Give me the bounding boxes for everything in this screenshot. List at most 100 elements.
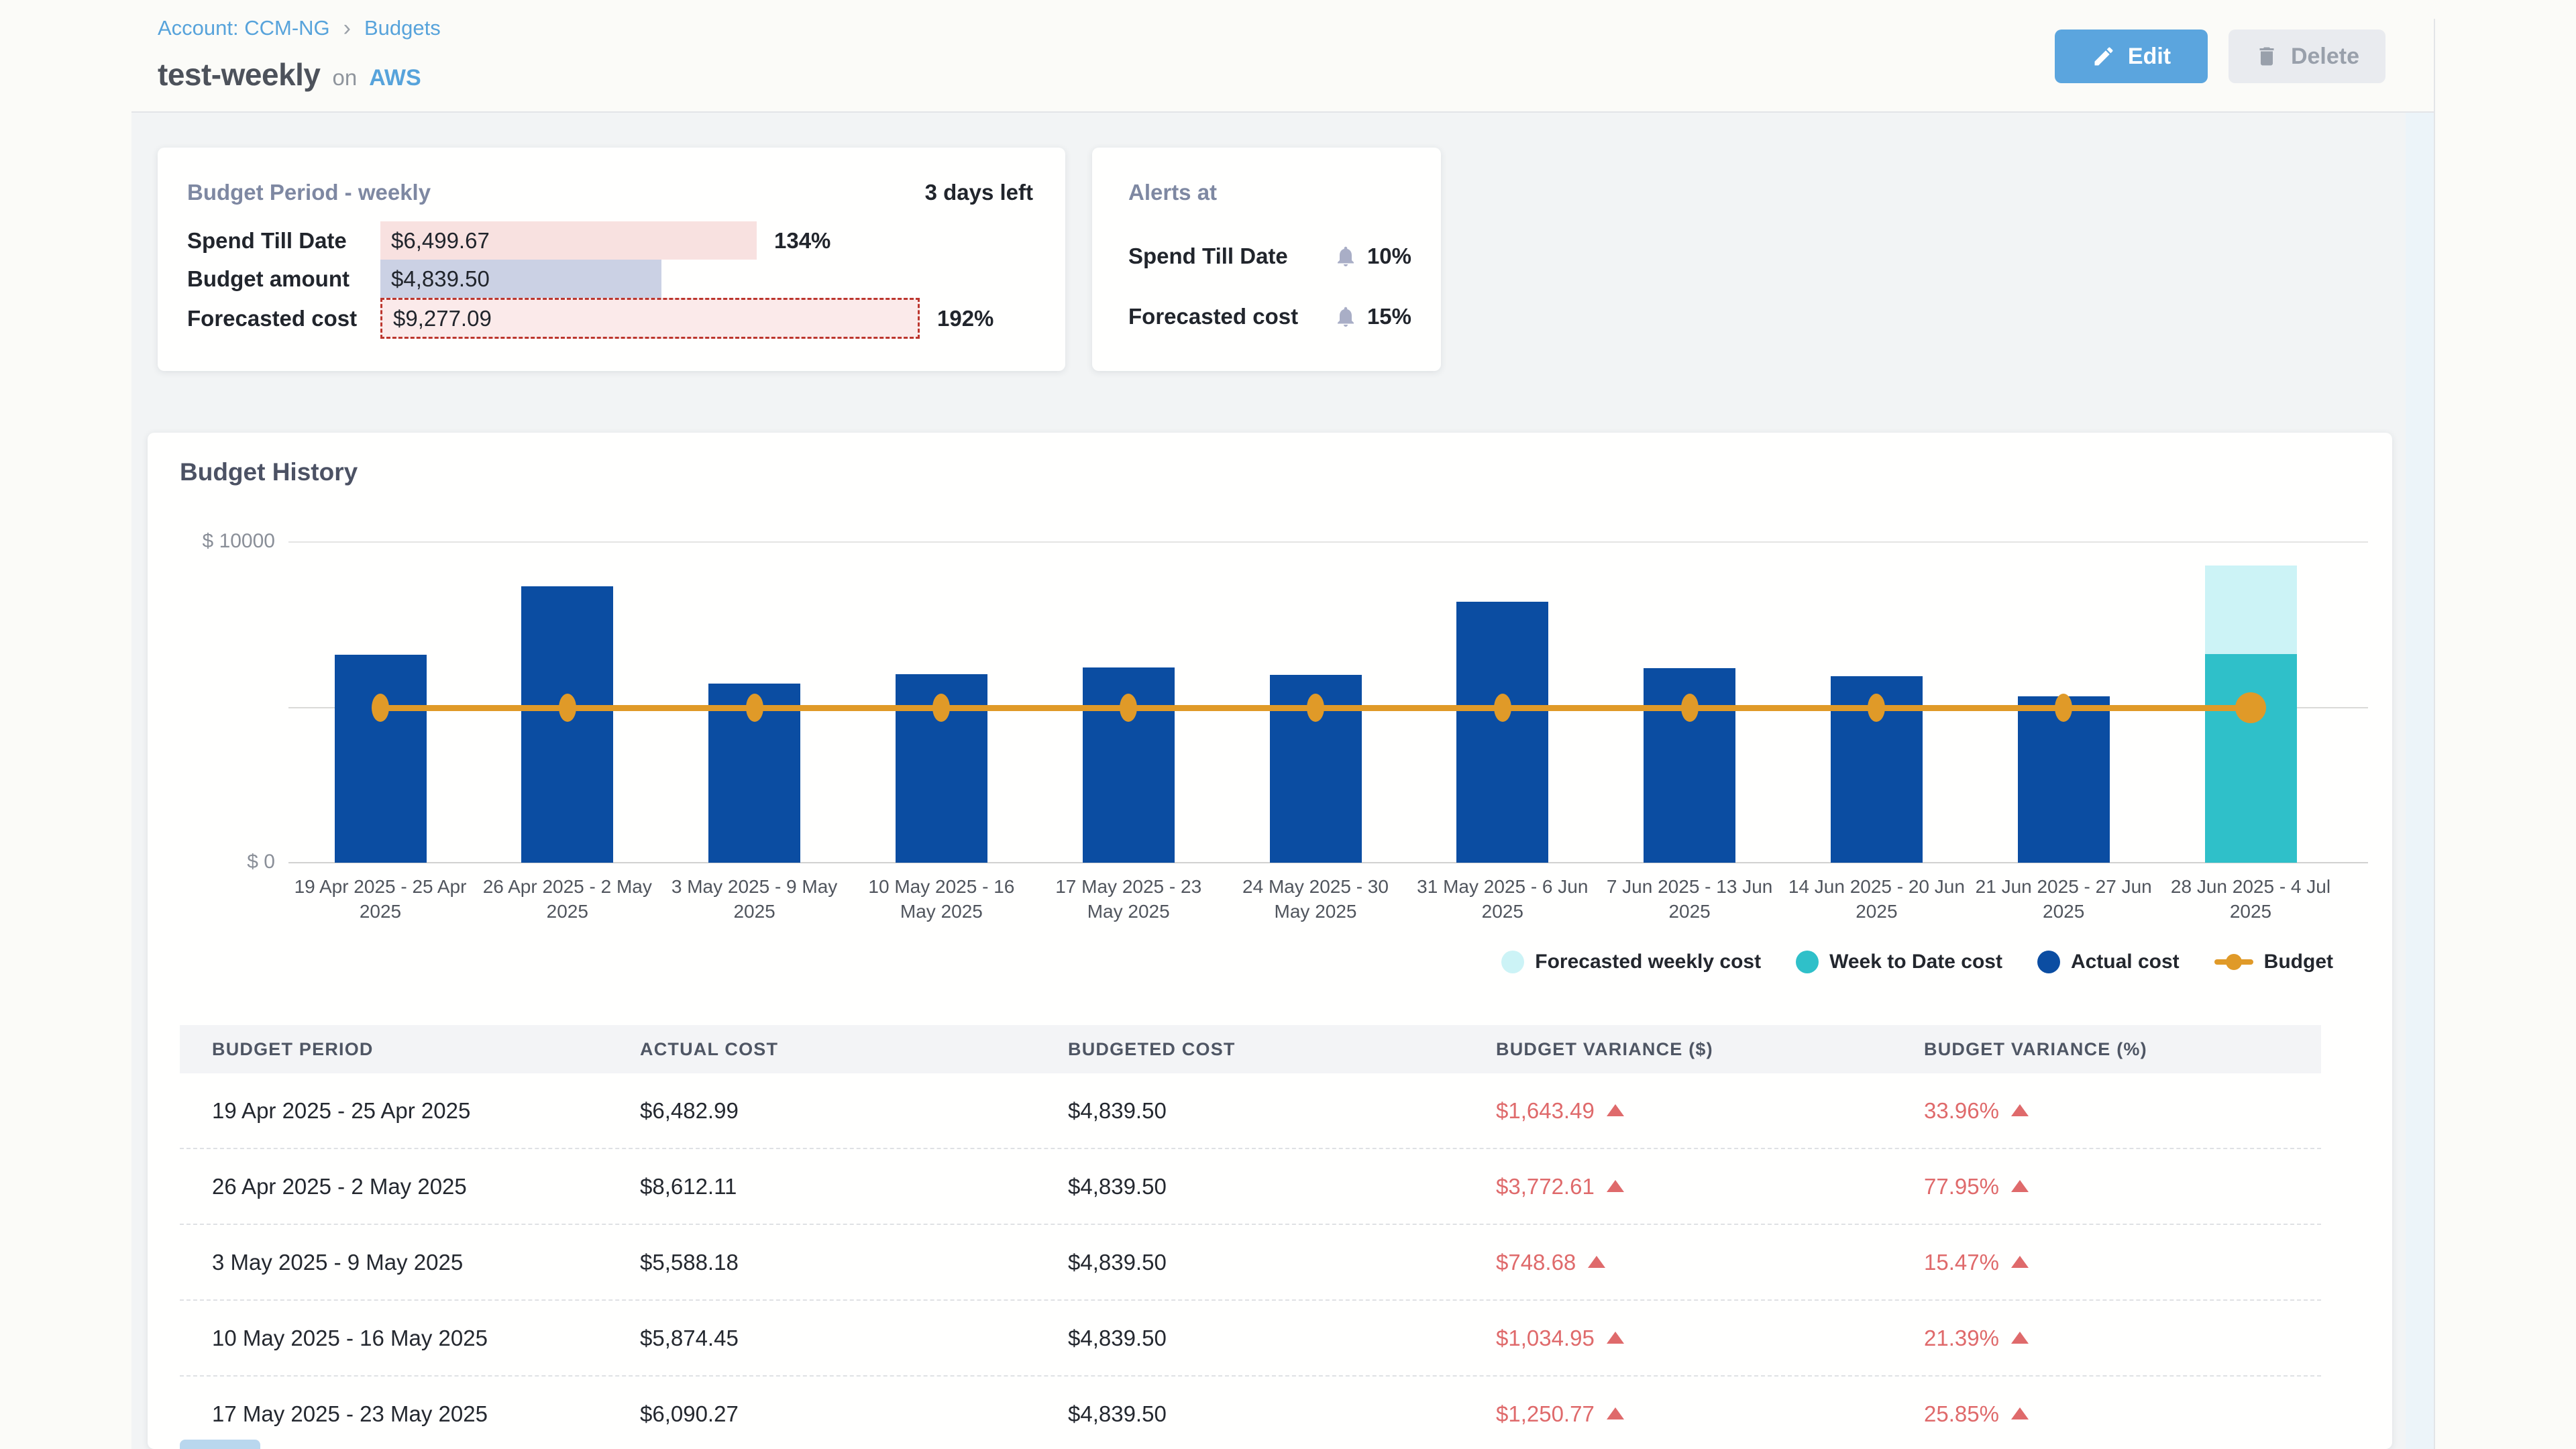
- x-axis-label: 3 May 2025 - 9 May 2025: [664, 874, 845, 924]
- cell-budget-period: 3 May 2025 - 9 May 2025: [180, 1250, 608, 1275]
- column-header-actual-cost: ACTUAL COST: [608, 1039, 1036, 1060]
- table-row: 26 Apr 2025 - 2 May 2025$8,612.11$4,839.…: [180, 1149, 2321, 1225]
- cell-budget-variance-usd: $748.68: [1464, 1250, 1892, 1275]
- increase-triangle-icon: [2011, 1180, 2029, 1192]
- legend-item-forecasted-weekly-cost[interactable]: Forecasted weekly cost: [1501, 951, 1761, 973]
- legend-label: Forecasted weekly cost: [1535, 951, 1761, 973]
- bar-actual-cost[interactable]: [1456, 602, 1548, 863]
- cell-budget-variance-usd: $3,772.61: [1464, 1174, 1892, 1199]
- breadcrumb: Account: CCM-NG › Budgets: [158, 13, 441, 43]
- x-axis-label: 28 Jun 2025 - 4 Jul 2025: [2160, 874, 2341, 924]
- cell-budget-variance-pct: 33.96%: [1892, 1098, 2320, 1124]
- content-right-border: [2434, 19, 2435, 1449]
- forecasted-cost-value: $9,277.09: [393, 306, 492, 331]
- forecasted-cost-percent: 192%: [937, 306, 994, 331]
- days-left-badge: 3 days left: [925, 180, 1033, 205]
- cell-budget-variance-usd: $1,643.49: [1464, 1098, 1892, 1124]
- budget-line-marker[interactable]: [2235, 692, 2266, 723]
- budget-line-marker[interactable]: [1307, 694, 1324, 722]
- budget-line-marker[interactable]: [372, 694, 389, 722]
- table-header-row: BUDGET PERIODACTUAL COSTBUDGETED COSTBUD…: [180, 1025, 2321, 1073]
- alert-forecast-threshold: 15%: [1367, 304, 1411, 329]
- increase-triangle-icon: [2011, 1332, 2029, 1344]
- legend-item-week-to-date-cost[interactable]: Week to Date cost: [1796, 951, 2002, 973]
- budget-line-marker[interactable]: [1120, 694, 1137, 722]
- cell-budgeted-cost: $4,839.50: [1036, 1401, 1464, 1427]
- legend-dot-icon: [1501, 951, 1524, 973]
- cloud-provider-link[interactable]: AWS: [369, 65, 421, 91]
- cell-budget-period: 17 May 2025 - 23 May 2025: [180, 1401, 608, 1427]
- table-body: 19 Apr 2025 - 25 Apr 2025$6,482.99$4,839…: [180, 1073, 2321, 1449]
- bell-icon: [1334, 305, 1358, 329]
- x-axis-label: 24 May 2025 - 30 May 2025: [1225, 874, 1406, 924]
- column-header-budget-variance-: BUDGET VARIANCE ($): [1464, 1039, 1892, 1060]
- cell-budget-variance-pct: 15.47%: [1892, 1250, 2320, 1275]
- budget-line-marker[interactable]: [932, 694, 950, 722]
- budget-period-card: Budget Period - weekly 3 days left Spend…: [158, 148, 1065, 371]
- cell-actual-cost: $6,090.27: [608, 1401, 1036, 1427]
- increase-triangle-icon: [2011, 1256, 2029, 1268]
- x-axis-label: 26 Apr 2025 - 2 May 2025: [477, 874, 658, 924]
- cell-budget-variance-usd: $1,250.77: [1464, 1401, 1892, 1427]
- delete-button[interactable]: Delete: [2229, 30, 2385, 83]
- title-connector: on: [333, 65, 358, 91]
- forecasted-cost-label: Forecasted cost: [187, 306, 380, 331]
- legend-item-budget[interactable]: Budget: [2214, 951, 2333, 973]
- breadcrumb-account-link[interactable]: Account: CCM-NG: [158, 16, 330, 40]
- alert-row-forecast: Forecasted cost 15%: [1128, 302, 1411, 331]
- forecasted-cost-row: Forecasted cost $9,277.09 192%: [187, 298, 994, 339]
- budget-line-marker[interactable]: [1868, 694, 1885, 722]
- table-row: 10 May 2025 - 16 May 2025$5,874.45$4,839…: [180, 1301, 2321, 1377]
- cell-budget-variance-usd: $1,034.95: [1464, 1326, 1892, 1351]
- bar-week-to-date-cost[interactable]: [2205, 654, 2297, 863]
- increase-triangle-icon: [1607, 1407, 1624, 1419]
- budget-line-marker[interactable]: [1681, 694, 1699, 722]
- bar-forecasted-weekly-cost[interactable]: [2205, 566, 2297, 655]
- cell-budget-period: 10 May 2025 - 16 May 2025: [180, 1326, 608, 1351]
- legend-item-actual-cost[interactable]: Actual cost: [2037, 951, 2180, 973]
- budget-amount-label: Budget amount: [187, 266, 380, 292]
- vertical-scrollbar[interactable]: [2406, 113, 2434, 1449]
- x-axis-label: 19 Apr 2025 - 25 Apr 2025: [290, 874, 471, 924]
- budget-history-card: Budget History $ 10000 $ 0 19 Apr 2025 -…: [148, 433, 2392, 1449]
- table-row: 17 May 2025 - 23 May 2025$6,090.27$4,839…: [180, 1377, 2321, 1449]
- bar-actual-cost[interactable]: [335, 655, 427, 863]
- budget-history-table: BUDGET PERIODACTUAL COSTBUDGETED COSTBUD…: [180, 1025, 2321, 1449]
- alert-forecast-label: Forecasted cost: [1128, 304, 1334, 329]
- budget-period-title: Budget Period - weekly: [187, 180, 431, 205]
- increase-triangle-icon: [1607, 1104, 1624, 1116]
- budget-line-marker[interactable]: [2055, 694, 2072, 722]
- page-title: test-weekly: [158, 56, 321, 93]
- y-axis-label-max: $ 10000: [174, 530, 275, 553]
- cell-actual-cost: $5,874.45: [608, 1326, 1036, 1351]
- breadcrumb-separator-icon: ›: [343, 17, 351, 40]
- cell-budget-period: 19 Apr 2025 - 25 Apr 2025: [180, 1098, 608, 1124]
- edit-button[interactable]: Edit: [2055, 30, 2208, 83]
- legend-line-dot-icon: [2214, 954, 2253, 970]
- budget-line-marker[interactable]: [1494, 694, 1511, 722]
- cell-budget-period: 26 Apr 2025 - 2 May 2025: [180, 1174, 608, 1199]
- budget-line-marker[interactable]: [559, 694, 576, 722]
- x-axis-label: 31 May 2025 - 6 Jun 2025: [1412, 874, 1593, 924]
- breadcrumb-budgets-link[interactable]: Budgets: [364, 16, 441, 40]
- alert-row-spend: Spend Till Date 10%: [1128, 241, 1411, 271]
- y-axis-label-min: $ 0: [174, 851, 275, 873]
- gridline-top: [288, 541, 2368, 543]
- budget-amount-value: $4,839.50: [391, 266, 490, 292]
- bell-icon: [1334, 244, 1358, 268]
- cell-budgeted-cost: $4,839.50: [1036, 1326, 1464, 1351]
- alert-spend-threshold: 10%: [1367, 244, 1411, 269]
- spend-till-date-percent: 134%: [774, 228, 830, 254]
- spend-till-date-bar: $6,499.67: [380, 221, 757, 260]
- budget-line-marker[interactable]: [746, 694, 763, 722]
- forecasted-cost-bar: $9,277.09: [380, 298, 920, 339]
- legend-dot-icon: [1796, 951, 1819, 973]
- spend-till-date-value: $6,499.67: [391, 228, 490, 254]
- legend-label: Week to Date cost: [1829, 951, 2002, 973]
- bar-actual-cost[interactable]: [521, 586, 613, 863]
- spend-till-date-row: Spend Till Date $6,499.67 134%: [187, 221, 830, 260]
- table-row: 19 Apr 2025 - 25 Apr 2025$6,482.99$4,839…: [180, 1073, 2321, 1149]
- pencil-icon: [2092, 44, 2116, 68]
- x-axis-label: 7 Jun 2025 - 13 Jun 2025: [1599, 874, 1780, 924]
- legend-label: Budget: [2264, 951, 2333, 973]
